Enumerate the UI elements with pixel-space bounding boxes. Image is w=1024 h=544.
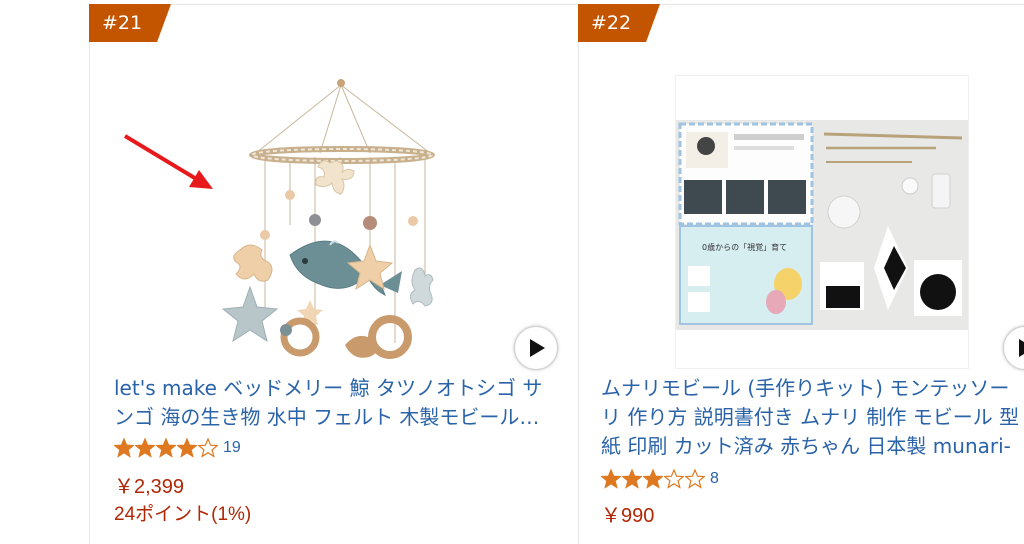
star-rating	[114, 438, 219, 458]
play-video-button[interactable]	[514, 326, 558, 370]
play-video-button[interactable]	[1003, 326, 1024, 370]
title-line: 紙 印刷 カット済み 赤ちゃん 日本製 munari-	[601, 434, 1011, 458]
product-image[interactable]	[220, 75, 450, 375]
rating-count[interactable]: 19	[223, 439, 241, 457]
rank-badge: #22	[578, 4, 660, 42]
star-filled-icon	[114, 438, 134, 458]
product-title-link[interactable]: let's make ベッドメリー 鯨 タツノオトシゴ サ ンゴ 海の生き物 水…	[114, 374, 560, 432]
star-empty-icon	[198, 438, 218, 458]
product-title-link[interactable]: ムナリモビール (手作りキット) モンテッソー リ 作り方 説明書付き ムナリ …	[601, 374, 1024, 461]
star-filled-icon	[601, 469, 621, 489]
play-icon	[1019, 339, 1024, 357]
star-empty-icon	[664, 469, 684, 489]
product-card-22[interactable]: #22 0歳からの「視覚」育て ムナリモビール (手作りキット) モンテッソー …	[578, 4, 1024, 544]
rating-row[interactable]: 19	[114, 436, 241, 460]
title-line: let's make ベッドメリー 鯨 タツノオトシゴ サ	[114, 376, 543, 400]
price: ￥990	[601, 505, 655, 527]
star-filled-icon	[135, 438, 155, 458]
points: 24ポイント(1%)	[114, 504, 252, 525]
kit-sheet-text: 0歳からの「視覚」育て	[702, 242, 787, 252]
title-line: ンゴ 海の生き物 水中 フェルト 木製モビール…	[114, 405, 540, 429]
product-card-21[interactable]: #21 let's make ベッドメリー 鯨 タツノオトシゴ サ ンゴ 海の生…	[89, 4, 579, 544]
price: ￥2,399	[114, 476, 185, 498]
star-filled-icon	[156, 438, 176, 458]
rank-badge: #21	[89, 4, 171, 42]
star-filled-icon	[643, 469, 663, 489]
title-line: ムナリモビール (手作りキット) モンテッソー	[601, 376, 1010, 400]
star-filled-icon	[622, 469, 642, 489]
product-image[interactable]: 0歳からの「視覚」育て	[675, 75, 969, 369]
star-filled-icon	[177, 438, 197, 458]
rating-count[interactable]: 8	[710, 470, 719, 488]
rating-row[interactable]: 8	[601, 467, 719, 491]
play-icon	[530, 339, 545, 357]
star-empty-icon	[685, 469, 705, 489]
star-rating	[601, 469, 706, 489]
title-line: リ 作り方 説明書付き ムナリ 制作 モビール 型	[601, 405, 1020, 429]
